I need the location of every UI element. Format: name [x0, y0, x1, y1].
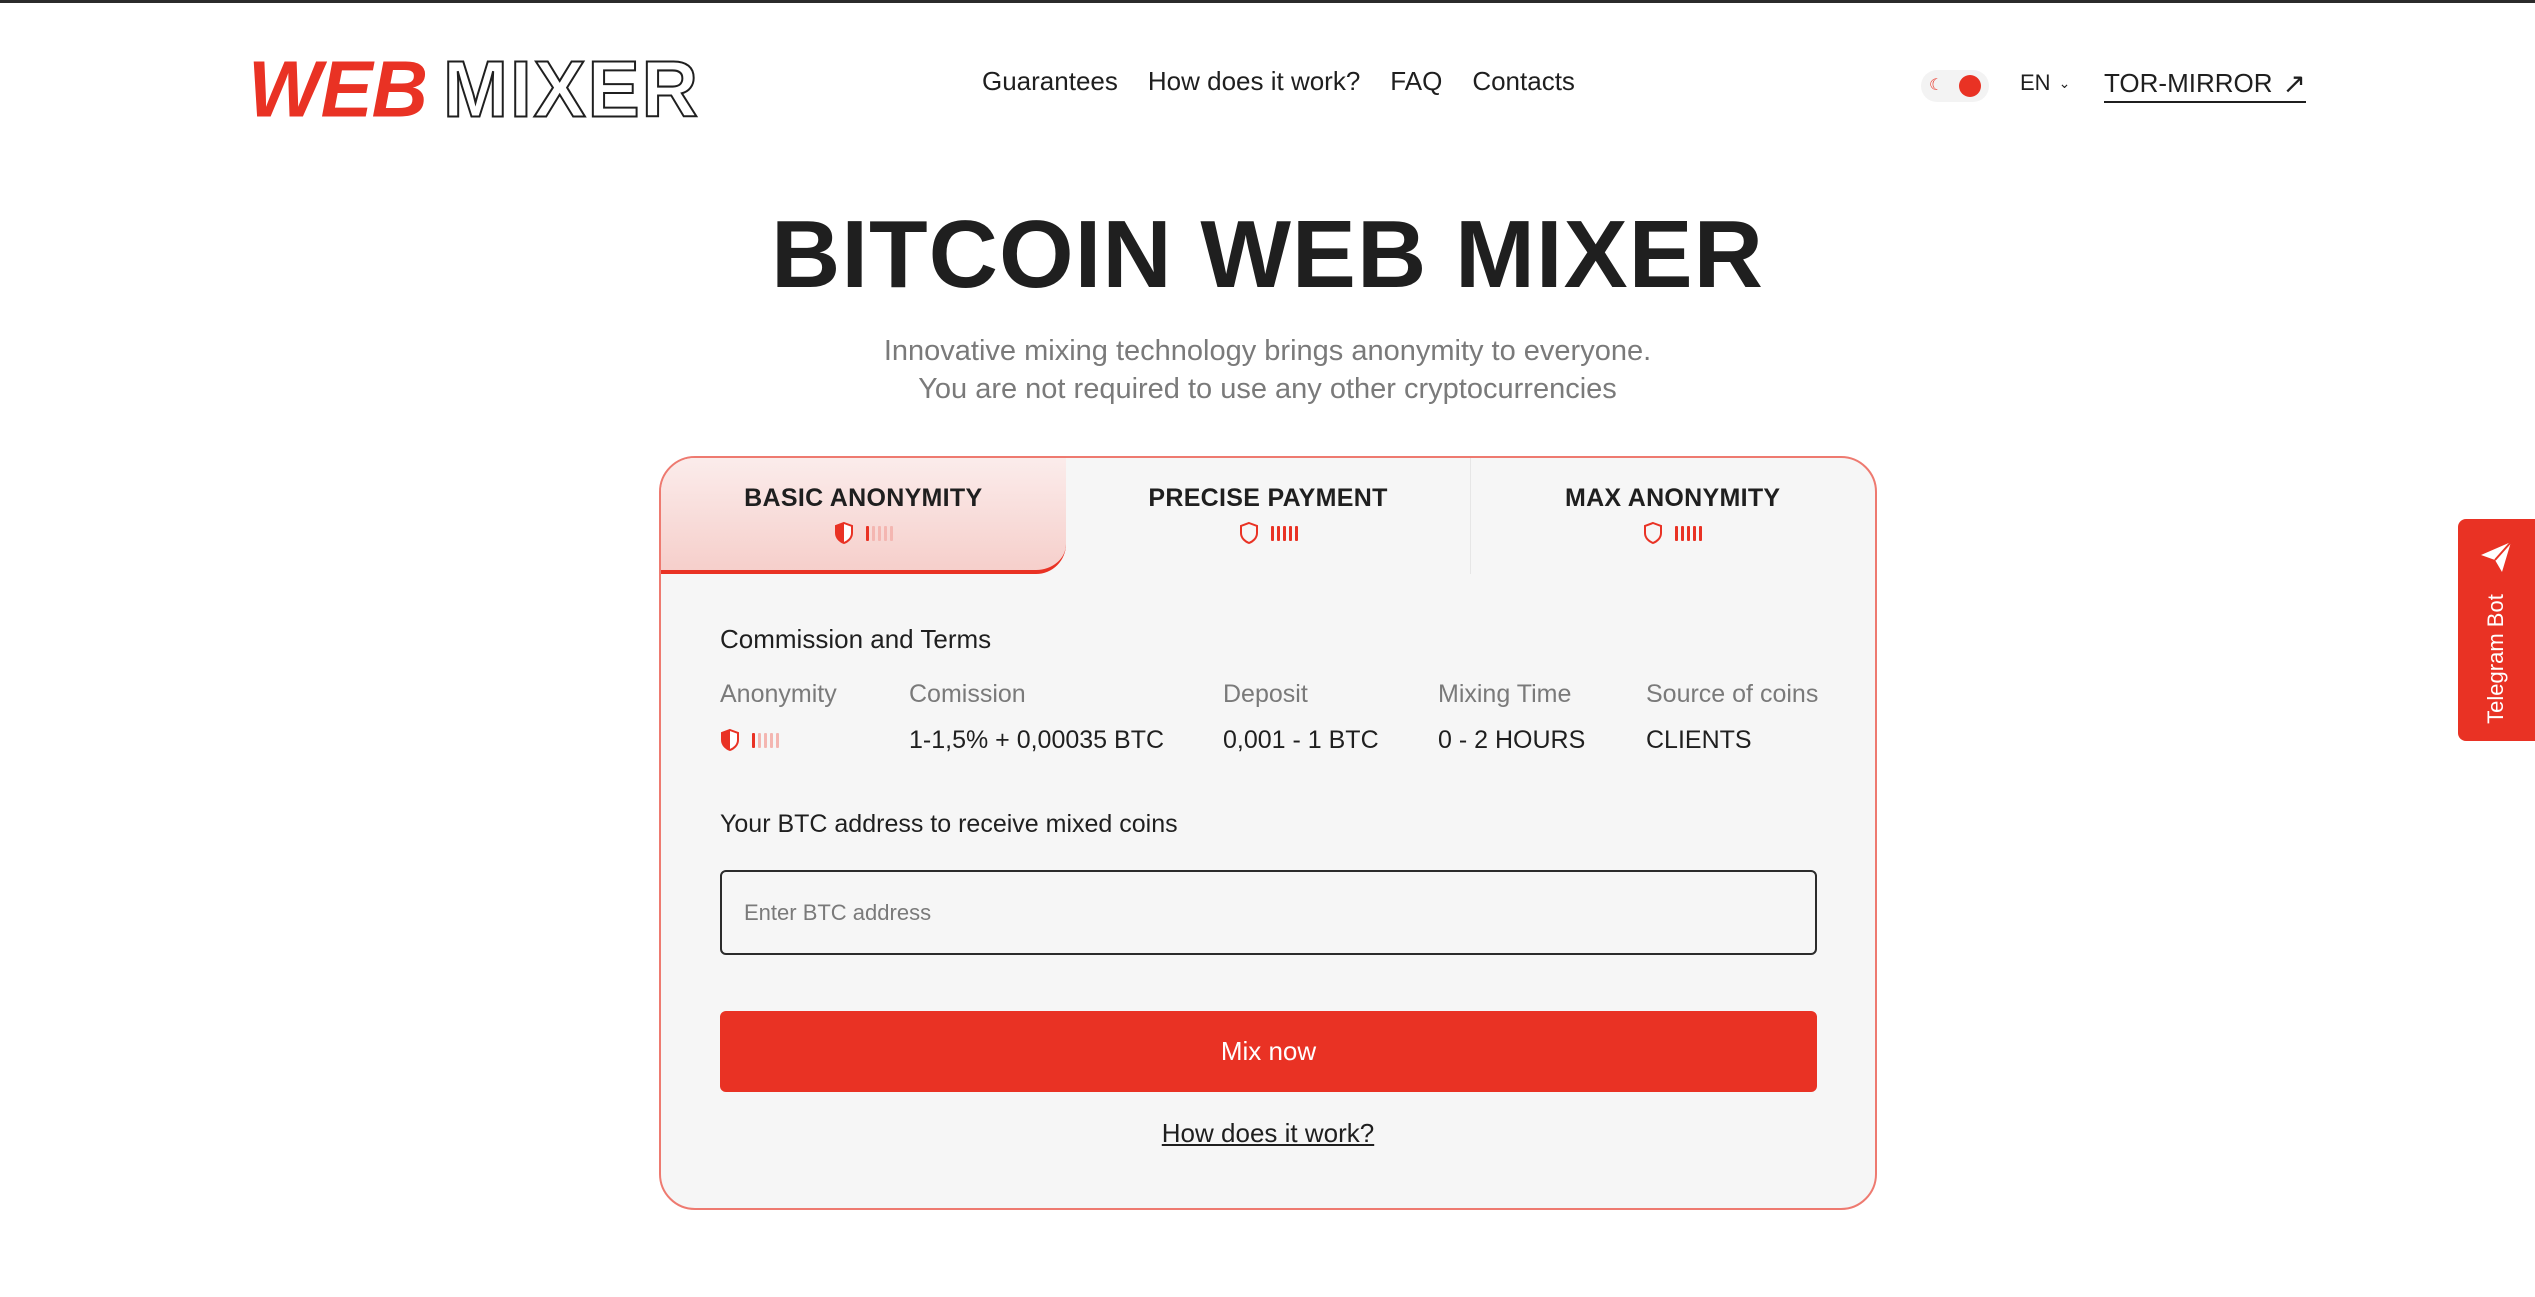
how-it-works-link[interactable]: How does it work? — [661, 1118, 1875, 1149]
theme-toggle[interactable]: ☾ — [1921, 70, 1989, 102]
anonymity-meter — [1643, 521, 1703, 545]
section-title: Commission and Terms — [720, 624, 992, 654]
tor-mirror-link[interactable]: TOR-MIRROR ↗ — [2104, 68, 2306, 103]
term-mixing-time: Mixing Time 0 - 2 HOURS — [1438, 680, 1585, 755]
subtitle-line-2: You are not required to use any other cr… — [918, 373, 1617, 405]
meter-bar — [752, 732, 755, 748]
page-subtitle: Innovative mixing technology brings anon… — [0, 332, 2535, 408]
shield-icon — [1644, 521, 1663, 545]
tab-basic-anonymity[interactable]: BASIC ANONYMITY — [661, 458, 1066, 574]
logo-web: WEB — [248, 44, 428, 134]
moon-icon: ☾ — [1929, 77, 1944, 94]
chevron-down-icon: ⌄ — [2058, 74, 2071, 91]
meter-bar — [1294, 525, 1298, 541]
meter-bar — [865, 525, 869, 541]
term-label: Deposit — [1223, 680, 1308, 708]
term-value: 1-1,5% + 0,00035 BTC — [909, 725, 1165, 754]
toggle-knob — [1959, 75, 1981, 97]
paper-plane-icon — [2481, 541, 2512, 572]
term-value: CLIENTS — [1646, 725, 1752, 754]
telegram-bot-label: Telegram Bot — [2483, 594, 2508, 724]
term-deposit: Deposit 0,001 - 1 BTC — [1223, 680, 1379, 755]
meter-bar — [883, 525, 887, 541]
btc-address-input[interactable] — [720, 870, 1817, 955]
page-title: BITCOIN WEB MIXER — [771, 201, 1764, 308]
mixer-card: BASIC ANONYMITY PRECISE PAYMENT MAX ANON… — [659, 456, 1877, 1210]
term-label: Comission — [909, 680, 1026, 708]
tor-mirror-label: TOR-MIRROR — [2104, 68, 2273, 98]
logo-mixer: MIXER — [442, 44, 701, 134]
meter-bar — [770, 732, 773, 748]
term-label: Anonymity — [720, 680, 837, 708]
meter-bar — [1276, 525, 1280, 541]
meter-bar — [877, 525, 881, 541]
meter-bar — [1270, 525, 1274, 541]
meter-bar — [758, 732, 761, 748]
tab-precise-payment[interactable]: PRECISE PAYMENT — [1066, 458, 1471, 574]
meter-bar — [776, 732, 779, 748]
term-value: 0,001 - 1 BTC — [1223, 725, 1379, 754]
meter-bar — [1699, 525, 1703, 541]
term-anonymity: Anonymity — [720, 680, 837, 755]
telegram-bot-tab[interactable]: Telegram Bot — [2458, 519, 2535, 741]
term-commission: Comission 1-1,5% + 0,00035 BTC — [909, 680, 1164, 755]
main-nav: Guarantees How does it work? FAQ Contact… — [982, 66, 1575, 97]
term-value: 0 - 2 HOURS — [1438, 725, 1586, 754]
meter-bar — [1282, 525, 1286, 541]
term-label: Source of coins — [1646, 680, 1819, 708]
anonymity-meter — [720, 725, 837, 755]
meter-bar — [1687, 525, 1691, 541]
tab-label: BASIC ANONYMITY — [744, 484, 983, 512]
address-label: Your BTC address to receive mixed coins — [720, 810, 1178, 838]
meter-bar — [889, 525, 893, 541]
shield-icon — [721, 728, 739, 752]
anonymity-meter — [1239, 521, 1298, 545]
nav-guarantees[interactable]: Guarantees — [982, 66, 1118, 97]
meter-bar — [871, 525, 875, 541]
term-source: Source of coins CLIENTS — [1646, 680, 1818, 755]
anonymity-meter — [834, 521, 893, 545]
tab-max-anonymity[interactable]: MAX ANONYMITY — [1470, 458, 1875, 574]
meter-bar — [1675, 525, 1679, 541]
terms-table: Anonymity Comission 1-1,5% + 0,00035 BTC… — [720, 680, 1820, 760]
shield-icon — [834, 521, 853, 545]
nav-faq[interactable]: FAQ — [1390, 66, 1442, 97]
meter-bar — [764, 732, 767, 748]
top-border — [0, 0, 2535, 3]
subtitle-line-1: Innovative mixing technology brings anon… — [883, 335, 1652, 367]
shield-icon — [1239, 521, 1258, 545]
anonymity-tabs: BASIC ANONYMITY PRECISE PAYMENT MAX ANON… — [661, 458, 1875, 574]
nav-how-it-works[interactable]: How does it work? — [1148, 66, 1360, 97]
meter-bar — [1681, 525, 1685, 541]
mix-now-button[interactable]: Mix now — [720, 1011, 1817, 1092]
meter-bar — [1693, 525, 1697, 541]
tab-label: MAX ANONYMITY — [1564, 484, 1781, 512]
logo[interactable]: WEB MIXER — [248, 44, 701, 134]
arrow-up-right-icon: ↗ — [2282, 67, 2306, 99]
term-label: Mixing Time — [1438, 680, 1572, 708]
nav-contacts[interactable]: Contacts — [1472, 66, 1575, 97]
tab-label: PRECISE PAYMENT — [1148, 484, 1388, 512]
language-select[interactable]: EN ⌄ — [2020, 70, 2070, 96]
meter-bar — [1288, 525, 1292, 541]
language-label: EN — [2020, 70, 2051, 95]
